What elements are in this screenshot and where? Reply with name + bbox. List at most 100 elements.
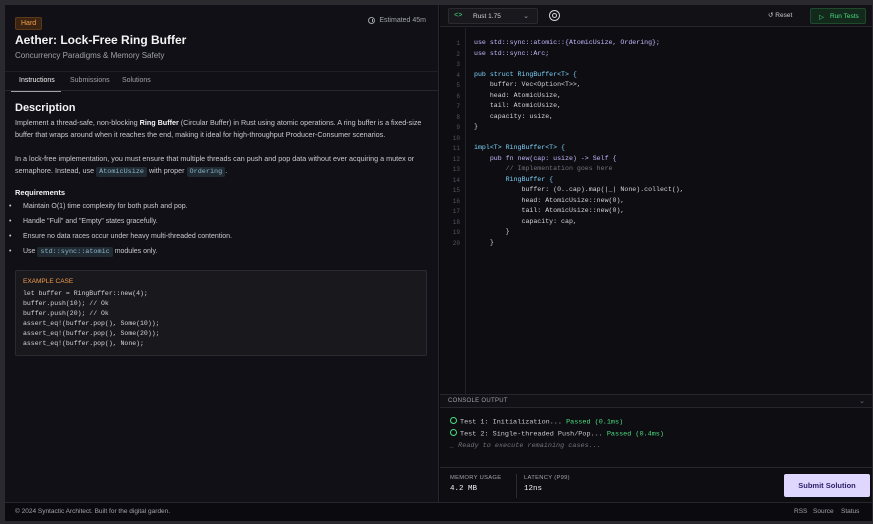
language-select[interactable]: <> Rust 1.75 ⌄ bbox=[448, 8, 538, 24]
line-number: 5 bbox=[456, 82, 460, 89]
line-number-gutter: 1 2 3 4 5 6 7 8 9 10 11 12 13 14 15 16 1… bbox=[440, 28, 466, 394]
problem-panel: Hard Estimated 45m Aether: Lock-Free Rin… bbox=[5, 5, 439, 502]
code-line: tail: AtomicUsize::new(0), bbox=[474, 207, 625, 214]
requirement-item: Ensure no data races occur under heavy m… bbox=[9, 233, 232, 240]
line-number: 4 bbox=[456, 71, 460, 79]
footer-link-status[interactable]: Status bbox=[841, 508, 859, 515]
requirements-heading: Requirements bbox=[15, 188, 66, 197]
line-number: 3 bbox=[456, 61, 460, 68]
reset-button[interactable]: ↺ Reset bbox=[768, 11, 792, 19]
code-line: } bbox=[474, 238, 494, 246]
code-line: buffer: (0..cap).map(|_| None).collect()… bbox=[474, 186, 684, 193]
line-number: 17 bbox=[452, 208, 460, 215]
code-line: pub fn new(cap: usize) -> Self { bbox=[474, 154, 617, 162]
problem-tabs: Instructions Submissions Solutions bbox=[5, 71, 439, 92]
estimated-time-label: Estimated 45m bbox=[379, 17, 426, 24]
requirement-item: Use std::sync::atomic modules only. bbox=[9, 247, 158, 257]
console-test-2: Test 2: Single-threaded Push/Pop... Pass… bbox=[450, 429, 664, 439]
code-line: pub struct RingBuffer<T> { bbox=[474, 70, 577, 78]
console-test-status: Passed (0.1ms) bbox=[566, 418, 624, 427]
footer-link-source[interactable]: Source bbox=[813, 508, 834, 515]
desc-text: Implement a thread-safe, non-blocking bbox=[15, 118, 140, 127]
code-line: // Implementation goes here bbox=[474, 165, 613, 172]
difficulty-badge: Hard bbox=[15, 17, 43, 30]
line-number: 11 bbox=[452, 145, 460, 152]
line-number: 19 bbox=[452, 229, 460, 236]
line-number: 2 bbox=[456, 50, 460, 58]
console-test-1: Test 1: Initialization... Passed (0.1ms) bbox=[450, 417, 624, 427]
description-paragraph-1: Implement a thread-safe, non-blocking Ri… bbox=[15, 117, 427, 141]
req-text: Use bbox=[23, 248, 38, 255]
line-number: 7 bbox=[456, 103, 460, 110]
footer-link-rss[interactable]: RSS bbox=[794, 508, 807, 515]
reset-icon: ↺ bbox=[768, 12, 774, 19]
editor-panel: <> Rust 1.75 ⌄ ↺ Reset ▷ Run Tests 1 2 3… bbox=[440, 5, 872, 502]
desc-bold-term: Ring Buffer bbox=[139, 118, 179, 127]
line-number: 6 bbox=[456, 92, 460, 100]
footer-copyright: © 2024 Syntactic Architect. Built for th… bbox=[15, 508, 171, 515]
line-number: 9 bbox=[456, 124, 460, 131]
line-number: 13 bbox=[452, 166, 460, 173]
code-chip-std-sync-atomic: std::sync::atomic bbox=[37, 247, 113, 257]
problem-title: Aether: Lock-Free Ring Buffer bbox=[15, 33, 187, 47]
console-title: CONSOLE OUTPUT bbox=[448, 398, 508, 404]
description-paragraph-2: In a lock-free implementation, you must … bbox=[15, 153, 427, 178]
example-case-box: EXAMPLE CASE let buffer = RingBuffer::ne… bbox=[15, 270, 427, 356]
description-heading: Description bbox=[15, 102, 76, 114]
memory-usage-value: 4.2 MB bbox=[450, 485, 478, 493]
clock-icon bbox=[368, 17, 376, 24]
example-case-code: let buffer = RingBuffer::new(4); buffer.… bbox=[23, 290, 160, 347]
code-line: head: AtomicUsize, bbox=[474, 91, 562, 99]
line-number: 10 bbox=[452, 134, 460, 142]
latency-label: LATENCY (P99) bbox=[524, 475, 570, 481]
problem-subtitle: Concurrency Paradigms & Memory Safety bbox=[15, 51, 165, 60]
tab-instructions[interactable]: Instructions bbox=[19, 77, 55, 84]
tab-submissions[interactable]: Submissions bbox=[70, 77, 110, 84]
check-circle-icon bbox=[450, 429, 457, 436]
reset-label: Reset bbox=[775, 12, 793, 19]
line-number: 16 bbox=[452, 197, 460, 205]
code-line: head: AtomicUsize::new(0), bbox=[474, 196, 625, 204]
code-editor[interactable]: 1 2 3 4 5 6 7 8 9 10 11 12 13 14 15 16 1… bbox=[440, 28, 872, 394]
memory-usage-label: MEMORY USAGE bbox=[450, 475, 502, 481]
code-line: tail: AtomicUsize, bbox=[474, 102, 562, 109]
code-line: use std::sync::atomic::{AtomicUsize, Ord… bbox=[474, 39, 660, 46]
code-line: use std::sync::Arc; bbox=[474, 49, 550, 57]
code-line: capacity: cap, bbox=[474, 217, 577, 225]
console-ready-message: _ Ready to execute remaining cases... bbox=[450, 442, 601, 450]
desc-text: with proper bbox=[146, 166, 187, 175]
line-number: 1 bbox=[456, 40, 460, 47]
console-test-status: Passed (0.4ms) bbox=[606, 430, 664, 439]
line-number: 8 bbox=[456, 113, 460, 121]
tab-solutions[interactable]: Solutions bbox=[122, 77, 151, 84]
code-chip-ordering: Ordering bbox=[186, 167, 226, 177]
check-circle-icon bbox=[450, 417, 457, 424]
line-number: 14 bbox=[452, 176, 460, 184]
stats-divider bbox=[516, 474, 517, 498]
code-line: capacity: usize, bbox=[474, 112, 554, 120]
requirement-item: Maintain O(1) time complexity for both p… bbox=[9, 203, 188, 210]
language-select-value: Rust 1.75 bbox=[473, 13, 501, 20]
code-line: impl<T> RingBuffer<T> { bbox=[474, 144, 566, 151]
req-text: modules only. bbox=[112, 248, 158, 255]
submit-solution-button[interactable]: Submit Solution bbox=[784, 474, 870, 497]
code-chip-atomicusize: AtomicUsize bbox=[96, 167, 147, 177]
line-number: 15 bbox=[452, 187, 460, 194]
console-header[interactable]: CONSOLE OUTPUT ⌄ bbox=[440, 394, 872, 408]
example-case-label: EXAMPLE CASE bbox=[23, 278, 74, 285]
code-icon: <> bbox=[454, 12, 463, 20]
code-line: RingBuffer { bbox=[474, 175, 554, 183]
requirement-item: Handle "Full" and "Empty" states gracefu… bbox=[9, 218, 158, 225]
chevron-down-icon[interactable]: ⌄ bbox=[859, 397, 865, 405]
settings-gear-icon[interactable] bbox=[549, 10, 560, 21]
active-tab-indicator bbox=[11, 91, 61, 92]
line-number: 18 bbox=[452, 218, 460, 226]
console-test-label: Test 1: Initialization... bbox=[460, 418, 567, 427]
editor-toolbar: <> Rust 1.75 ⌄ ↺ Reset ▷ Run Tests bbox=[440, 5, 872, 27]
line-number: 20 bbox=[452, 239, 460, 247]
stats-bar: MEMORY USAGE 4.2 MB LATENCY (P99) 12ns S… bbox=[440, 467, 872, 502]
page-footer: © 2024 Syntactic Architect. Built for th… bbox=[5, 502, 872, 521]
latency-value: 12ns bbox=[524, 485, 543, 493]
code-line: } bbox=[474, 228, 510, 235]
run-tests-button[interactable]: ▷ Run Tests bbox=[810, 8, 866, 24]
